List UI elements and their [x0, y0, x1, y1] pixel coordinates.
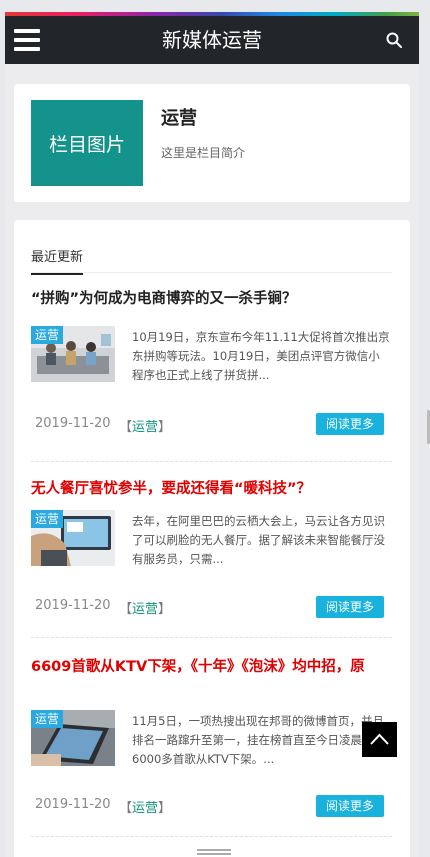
divider — [31, 461, 392, 462]
article-date: 2019-11-20 — [35, 598, 111, 613]
article-category-name[interactable]: 运营 — [132, 602, 158, 617]
divider — [31, 836, 392, 837]
category-image: 栏目图片 — [31, 100, 143, 186]
top-nav-bar: 新媒体运营 — [5, 16, 419, 64]
article-title[interactable]: 无人餐厅喜忧参半，要成还得看“暖科技”？ — [31, 476, 391, 502]
tab-recent-updates[interactable]: 最近更新 — [31, 246, 84, 275]
article-category-link: 【运营】 — [119, 801, 172, 816]
article-date: 2019-11-20 — [35, 416, 111, 431]
category-header-card: 栏目图片 运营 这里是栏目简介 — [14, 84, 410, 202]
article-excerpt: 去年，在阿里巴巴的云栖大会上，马云让各方见识了可以刷脸的无人餐厅。据了解该未来智… — [132, 514, 385, 566]
list-tabs: 最近更新 — [31, 242, 392, 275]
search-icon[interactable] — [386, 32, 402, 48]
article-excerpt: 10月19日，京东宣布今年11.11大促将首次推出京东拼购等玩法。10月19日，… — [132, 330, 390, 382]
article-category-tag: 运营 — [31, 710, 64, 728]
article-date: 2019-11-20 — [35, 797, 111, 812]
site-title: 新媒体运营 — [162, 28, 262, 52]
article-category-name[interactable]: 运营 — [132, 801, 158, 816]
read-more-button[interactable]: 阅读更多 — [316, 596, 384, 618]
article-title[interactable]: “拼购”为何成为电商博弈的又一杀手锏？ — [31, 286, 391, 312]
article-thumbnail[interactable]: 运营 — [31, 510, 115, 566]
divider — [31, 637, 392, 638]
article-excerpt: 11月5日，一项热搜出现在邦哥的微博首页，并且排名一路蹿升至第一，挂在榜首直至今… — [132, 714, 384, 766]
article-thumbnail[interactable]: 运营 — [31, 710, 115, 766]
bottom-drag-handle[interactable] — [197, 849, 231, 857]
back-to-top-button[interactable] — [362, 722, 397, 757]
article-category-tag: 运营 — [31, 326, 64, 344]
category-description: 这里是栏目简介 — [161, 146, 246, 160]
chevron-up-icon — [370, 733, 389, 745]
article-thumbnail[interactable]: 运营 — [31, 326, 115, 382]
article-category-link: 【运营】 — [119, 602, 172, 617]
article-category-name[interactable]: 运营 — [132, 420, 158, 435]
read-more-button[interactable]: 阅读更多 — [316, 795, 384, 817]
article-category-tag: 运营 — [31, 510, 64, 528]
mobile-frame: 新媒体运营 栏目图片 运营 这里是栏目简介 最近更新 “拼购”为何成为电商博弈的… — [5, 12, 419, 857]
read-more-button[interactable]: 阅读更多 — [316, 413, 384, 435]
category-name: 运营 — [161, 108, 197, 129]
article-list-card: 最近更新 “拼购”为何成为电商博弈的又一杀手锏？ 运营 10月19日，京东宣布今… — [14, 220, 410, 857]
article-category-link: 【运营】 — [119, 420, 172, 435]
article-title[interactable]: 6609首歌从KTV下架，《十年》《泡沫》均中招，原 — [31, 654, 381, 680]
